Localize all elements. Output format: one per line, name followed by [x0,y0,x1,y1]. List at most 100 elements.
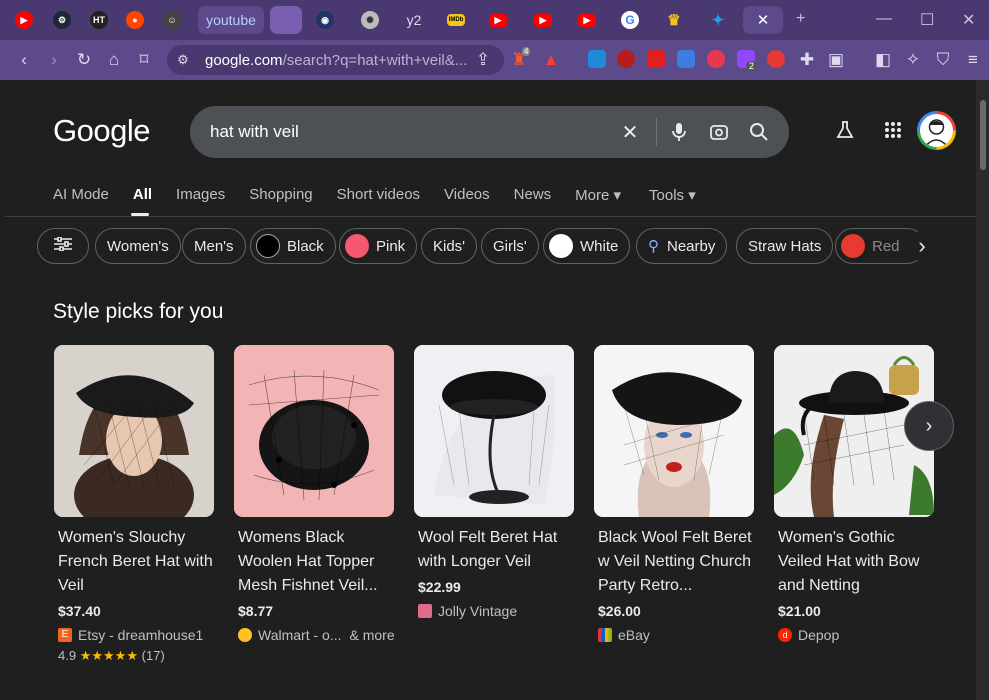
search-box[interactable]: hat with veil ✕ [190,106,789,158]
product-title[interactable]: Women's Gothic Veiled Hat with Bow and N… [778,526,934,598]
product-image[interactable] [54,345,214,517]
tab-sonic[interactable]: ◉ [309,6,341,34]
leo-ai-icon[interactable]: ✧ [903,50,923,70]
tab-youtube-labeled[interactable]: youtube [198,6,264,34]
search-nav-tabs: AI Mode All Images Shopping Short videos… [53,186,720,216]
page-scrollbar[interactable] [976,80,989,700]
google-logo[interactable]: Google [53,113,150,149]
search-input[interactable]: hat with veil [210,122,299,142]
product-card[interactable]: Wool Felt Beret Hat with Longer Veil $22… [414,345,574,619]
more-sellers-link[interactable]: & more [350,627,395,643]
tab-youtube-3[interactable]: ▶ [527,6,559,34]
extension-icon-3[interactable] [647,50,665,68]
address-text[interactable]: google.com/search?q=hat+with+veil&... [205,52,467,69]
product-card[interactable]: Womens Black Woolen Hat Topper Mesh Fish… [234,345,395,643]
menu-icon[interactable]: ≡ [963,50,983,70]
lens-icon[interactable] [707,120,731,144]
tab-videos[interactable]: Videos [444,186,490,216]
tab-steam[interactable]: ⚙ [46,6,78,34]
product-price: $37.40 [58,603,101,619]
bookmark-icon[interactable]: ⌑ [134,50,154,70]
tab-ht[interactable]: HT [83,6,115,34]
tab-short-videos[interactable]: Short videos [337,186,420,216]
brave-rewards-icon[interactable]: ▲ [541,50,561,70]
chips-scroll-right-icon[interactable]: › [908,232,936,260]
chip-girls[interactable]: Girls' [481,228,539,264]
minimize-icon[interactable]: — [876,10,892,28]
product-image[interactable] [594,345,754,517]
apps-grid-icon[interactable] [881,118,905,142]
clear-icon[interactable]: ✕ [618,120,642,144]
extension-icon-4[interactable] [677,50,695,68]
product-card[interactable]: Women's Gothic Veiled Hat with Bow and N… [774,345,934,643]
chip-womens[interactable]: Women's [95,228,181,264]
tab-crown[interactable]: ♛ [658,6,690,34]
product-title[interactable]: Womens Black Woolen Hat Topper Mesh Fish… [238,526,394,598]
tab-y2[interactable]: y2 [396,6,432,34]
tab-tools[interactable]: Tools ▾ [649,186,696,216]
home-icon[interactable]: ⌂ [104,50,124,70]
microphone-icon[interactable] [667,120,691,144]
tab-imdb[interactable]: IMDb [440,6,472,34]
chip-straw-hats[interactable]: Straw Hats [736,228,834,264]
tab-seal[interactable]: ✺ [354,6,386,34]
maximize-icon[interactable]: ☐ [920,10,934,30]
extension-icon-1[interactable] [588,50,606,68]
chip-pink[interactable]: Pink [339,228,418,264]
tab-google[interactable]: G [614,6,646,34]
product-seller[interactable]: E Etsy - dreamhouse1 [58,627,214,643]
product-title[interactable]: Black Wool Felt Beret w Veil Netting Chu… [598,526,754,598]
labs-flask-icon[interactable] [833,118,857,142]
carousel-next-button[interactable]: › [904,401,954,451]
extension-icon-2[interactable] [617,50,635,68]
product-image[interactable] [414,345,574,517]
sidebar-toggle-icon[interactable]: ◧ [873,50,893,70]
scrollbar-thumb[interactable] [980,100,986,170]
back-icon[interactable]: ‹ [14,50,34,70]
product-seller[interactable]: eBay [598,627,754,643]
tab-youtube-1[interactable]: ▶ [8,6,40,34]
tab-images[interactable]: Images [176,186,225,216]
search-icon[interactable] [747,120,771,144]
address-bar[interactable]: ⚙ google.com/search?q=hat+with+veil&... [167,45,504,75]
tab-profile[interactable]: ☺ [156,6,188,34]
tab-news[interactable]: News [514,186,552,216]
product-seller[interactable]: Jolly Vintage [418,603,574,619]
tab-shopping[interactable]: Shopping [249,186,312,216]
chip-white[interactable]: White [543,228,631,264]
filter-settings-chip[interactable] [37,228,89,264]
chip-mens[interactable]: Men's [182,228,246,264]
product-title[interactable]: Wool Felt Beret Hat with Longer Veil [418,526,574,574]
product-seller[interactable]: Walmart - o... & more [238,627,395,643]
product-card[interactable]: Women's Slouchy French Beret Hat with Ve… [54,345,214,664]
close-window-icon[interactable]: ✕ [962,10,975,30]
product-image[interactable] [234,345,394,517]
account-avatar[interactable] [917,111,956,150]
tab-all[interactable]: All [133,186,152,216]
tab-active-close[interactable]: ✕ [743,6,783,34]
forward-icon[interactable]: › [44,50,64,70]
product-card[interactable]: Black Wool Felt Beret w Veil Netting Chu… [594,345,754,643]
close-icon[interactable]: ✕ [757,11,770,29]
tab-blank[interactable] [270,6,302,34]
tab-reddit[interactable]: ● [119,6,151,34]
new-tab-icon[interactable]: + [796,10,805,28]
product-seller[interactable]: d Depop [778,627,934,643]
chip-black[interactable]: Black [250,228,336,264]
reload-icon[interactable]: ↻ [74,50,94,70]
extension-icon-7[interactable] [767,50,785,68]
chip-nearby[interactable]: ⚲ Nearby [636,228,728,264]
tab-more[interactable]: More ▾ [575,186,621,216]
tab-ai-mode[interactable]: AI Mode [53,186,109,216]
extension-icon-5[interactable] [707,50,725,68]
tab-youtube-2[interactable]: ▶ [482,6,514,34]
chip-kids[interactable]: Kids' [421,228,478,264]
extensions-puzzle-icon[interactable]: ✚ [797,50,817,70]
vpn-shield-icon[interactable]: ⛉ [933,50,953,70]
share-icon[interactable]: ⇪ [473,50,493,70]
site-settings-icon[interactable]: ⚙ [173,50,193,70]
tab-twitter[interactable]: ✦ [702,6,734,34]
reading-list-icon[interactable]: ▣ [826,50,846,70]
tab-youtube-4[interactable]: ▶ [571,6,603,34]
product-title[interactable]: Women's Slouchy French Beret Hat with Ve… [58,526,214,598]
